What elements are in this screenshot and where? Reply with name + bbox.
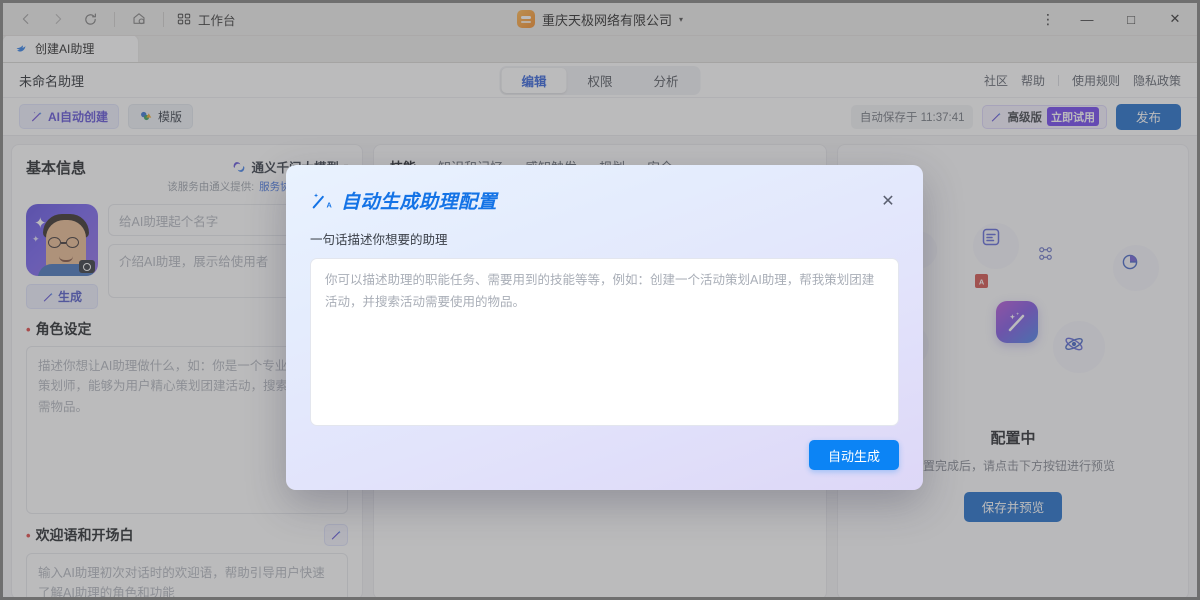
- svg-text:AI: AI: [327, 200, 333, 209]
- application-window: 工作台 重庆天极网络有限公司 ▾ ⋮ — □ ✕ 创建AI助理 未命名助理: [0, 0, 1200, 600]
- close-icon[interactable]: ✕: [877, 190, 899, 212]
- ai-magic-icon: AI: [310, 190, 332, 212]
- auto-generate-button[interactable]: 自动生成: [809, 440, 899, 470]
- dialog-header: AI 自动生成助理配置 ✕: [286, 165, 923, 214]
- assistant-description-textarea[interactable]: 你可以描述助理的职能任务、需要用到的技能等等，例如：创建一个活动策划AI助理，帮…: [310, 258, 899, 426]
- dialog-footer: 自动生成: [286, 426, 923, 490]
- dialog-title: 自动生成助理配置: [341, 187, 497, 214]
- auto-generate-config-dialog: AI 自动生成助理配置 ✕ 一句话描述你想要的助理 你可以描述助理的职能任务、需…: [286, 165, 923, 490]
- dialog-field-label: 一句话描述你想要的助理: [286, 214, 923, 248]
